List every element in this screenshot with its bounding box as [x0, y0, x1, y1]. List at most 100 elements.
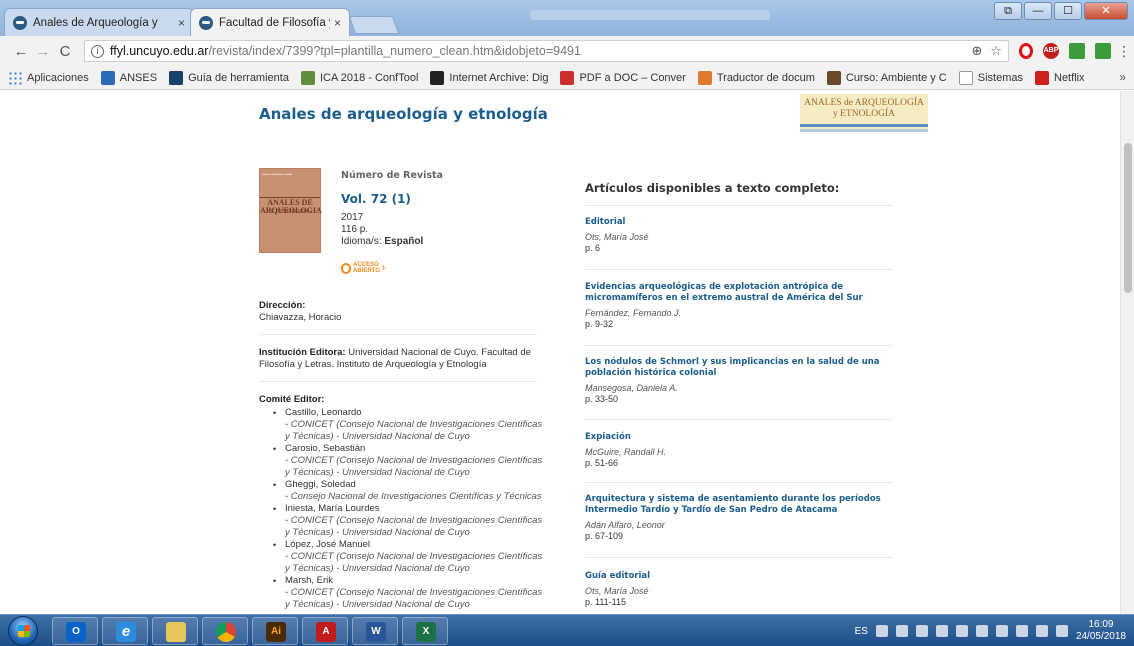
list-item: Carosio, Sebastián- CONICET (Consejo Nac…: [259, 443, 549, 479]
close-window-button[interactable]: ✕: [1084, 2, 1128, 20]
page-title[interactable]: Anales de arqueología y etnología: [259, 105, 548, 123]
guia-icon: [169, 70, 184, 85]
bookmark-sistemas[interactable]: Sistemas: [958, 70, 1023, 85]
start-button[interactable]: [8, 616, 38, 646]
article-title-link[interactable]: Guía editorial: [585, 571, 893, 582]
taskbar-excel[interactable]: X: [402, 617, 448, 645]
divider: [585, 419, 893, 420]
tab-close-icon[interactable]: ×: [334, 16, 341, 30]
apps-grid-icon: [8, 70, 22, 85]
more-bookmarks-icon[interactable]: »: [1119, 70, 1126, 84]
restore-window-button[interactable]: ⧉: [994, 2, 1022, 20]
tray-app-icon[interactable]: [895, 625, 908, 637]
taskbar-file-explorer[interactable]: [152, 617, 198, 645]
reload-button[interactable]: C: [54, 43, 76, 60]
list-item: Marsh, Erik- CONICET (Consejo Nacional d…: [259, 575, 549, 611]
bookmark-anses[interactable]: ANSES: [100, 70, 157, 85]
battery-icon[interactable]: [1055, 625, 1068, 637]
taskbar-outlook[interactable]: O: [52, 617, 98, 645]
article-author: McGuire, Randall H.: [585, 447, 667, 457]
journal-logo[interactable]: ANALES de ARQUEOLOGÍA y ETNOLOGÍA: [800, 94, 928, 132]
article-title-link[interactable]: Arquitectura y sistema de asentamiento d…: [585, 494, 893, 516]
tab-label: Anales de Arqueología y: [33, 16, 158, 29]
pdf-icon: [560, 70, 575, 85]
issue-pages: 116 p.: [341, 224, 369, 235]
page-content: Anales de arqueología y etnología ANALES…: [0, 91, 1120, 614]
bookmark-pdf-doc[interactable]: PDF a DOC – Conver: [560, 70, 686, 85]
taskbar-acrobat[interactable]: A: [302, 617, 348, 645]
article-pages: p. 33-50: [585, 394, 619, 404]
bookmark-apps[interactable]: Aplicaciones: [8, 70, 89, 85]
issue-language: Idioma/s: Español: [341, 236, 424, 247]
open-lock-icon: [341, 262, 351, 274]
list-item: Iniesta, María Lourdes- CONICET (Consejo…: [259, 503, 549, 539]
open-access-badge[interactable]: ACCESO ABIERTO ›: [341, 262, 385, 274]
volume-icon[interactable]: [1035, 625, 1048, 637]
bookmarks-bar: Aplicaciones ANSES Guía de herramienta I…: [0, 66, 1134, 90]
address-bar[interactable]: i ffyl.uncuyo.edu.ar /revista/index/7399…: [84, 40, 1009, 62]
tab-facultad[interactable]: Facultad de Filosofía y Le ×: [190, 8, 350, 36]
browser-menu-icon[interactable]: ⋮: [1117, 43, 1131, 60]
taskbar-clock[interactable]: 16:09 24/05/2018: [1076, 619, 1126, 643]
bookmark-curso[interactable]: Curso: Ambiente y C: [826, 70, 947, 85]
divider: [585, 205, 893, 206]
course-icon: [826, 70, 841, 85]
extension-icon[interactable]: [1069, 43, 1085, 59]
bookmark-ica[interactable]: ICA 2018 - ConfTool: [300, 70, 418, 85]
excel-icon: X: [416, 622, 436, 642]
articles-heading: Artículos disponibles a texto completo:: [585, 181, 840, 195]
folder-icon: [166, 622, 186, 642]
tab-close-icon[interactable]: ×: [178, 16, 185, 30]
bookmark-star-icon[interactable]: ☆: [990, 43, 1002, 59]
tray-network-icon[interactable]: [915, 625, 928, 637]
article-pages: p. 111-115: [585, 597, 627, 607]
flag-icon[interactable]: [995, 625, 1008, 637]
bookmark-internet-archive[interactable]: Internet Archive: Dig: [430, 70, 548, 85]
info-icon[interactable]: i: [91, 44, 104, 58]
article-title-link[interactable]: Editorial: [585, 217, 893, 228]
list-item: Gheggi, Soledad- Consejo Nacional de Inv…: [259, 479, 549, 503]
divider: [259, 334, 537, 335]
article-item: Los nódulos de Schmorl y sus implicancia…: [585, 357, 893, 405]
article-item: Evidencias arqueológicas de explotación …: [585, 282, 893, 330]
issue-kicker: Número de Revista: [341, 170, 443, 181]
new-tab-button[interactable]: [348, 16, 400, 34]
back-button[interactable]: ←: [10, 43, 32, 60]
page-scrollbar[interactable]: [1120, 91, 1134, 614]
bookmark-traductor[interactable]: Traductor de docum: [697, 70, 815, 85]
bookmark-guia[interactable]: Guía de herramienta: [169, 70, 289, 85]
tray-app-icon[interactable]: [875, 625, 888, 637]
article-author: Ots, María José: [585, 586, 649, 596]
tray-app-icon[interactable]: [935, 625, 948, 637]
taskbar-chrome[interactable]: [202, 617, 248, 645]
article-author: Mansegosa, Daniela A.: [585, 383, 678, 393]
window-controls: ⧉ — ☐ ✕: [994, 2, 1128, 20]
scrollbar-thumb[interactable]: [1124, 143, 1132, 293]
taskbar-internet-explorer[interactable]: e: [102, 617, 148, 645]
taskbar-word[interactable]: W: [352, 617, 398, 645]
issue-volume: Vol. 72 (1): [341, 192, 411, 206]
site-favicon-icon: [13, 15, 27, 30]
article-title-link[interactable]: Expiación: [585, 432, 893, 443]
chevron-right-icon: ›: [381, 262, 386, 273]
outlook-icon: O: [66, 622, 86, 642]
language-indicator[interactable]: ES: [855, 626, 868, 637]
tray-app-icon[interactable]: [955, 625, 968, 637]
maximize-button[interactable]: ☐: [1054, 2, 1082, 20]
issue-cover-image[interactable]: ▬▬ ▬▬▬ ▬▬ ANALES DE ARQUEOLOGIA Y ETNOLOG…: [259, 168, 322, 253]
taskbar-illustrator[interactable]: Ai: [252, 617, 298, 645]
bluetooth-icon[interactable]: [975, 625, 988, 637]
extension-icon[interactable]: [1095, 43, 1111, 59]
forward-button[interactable]: →: [32, 43, 54, 60]
adblock-extension-icon[interactable]: ABP: [1043, 43, 1059, 59]
archive-icon: [430, 70, 445, 85]
tab-anales[interactable]: Anales de Arqueología y ×: [4, 8, 194, 36]
article-title-link[interactable]: Evidencias arqueológicas de explotación …: [585, 282, 893, 304]
direccion-block: Dirección: Chiavazza, Horacio: [259, 300, 342, 323]
bookmark-netflix[interactable]: Netflix: [1035, 70, 1085, 85]
opera-extension-icon[interactable]: [1019, 43, 1033, 59]
article-title-link[interactable]: Los nódulos de Schmorl y sus implicancia…: [585, 357, 893, 379]
zoom-icon[interactable]: ⊕: [971, 43, 982, 59]
signal-icon[interactable]: [1015, 625, 1028, 637]
minimize-button[interactable]: —: [1024, 2, 1052, 20]
